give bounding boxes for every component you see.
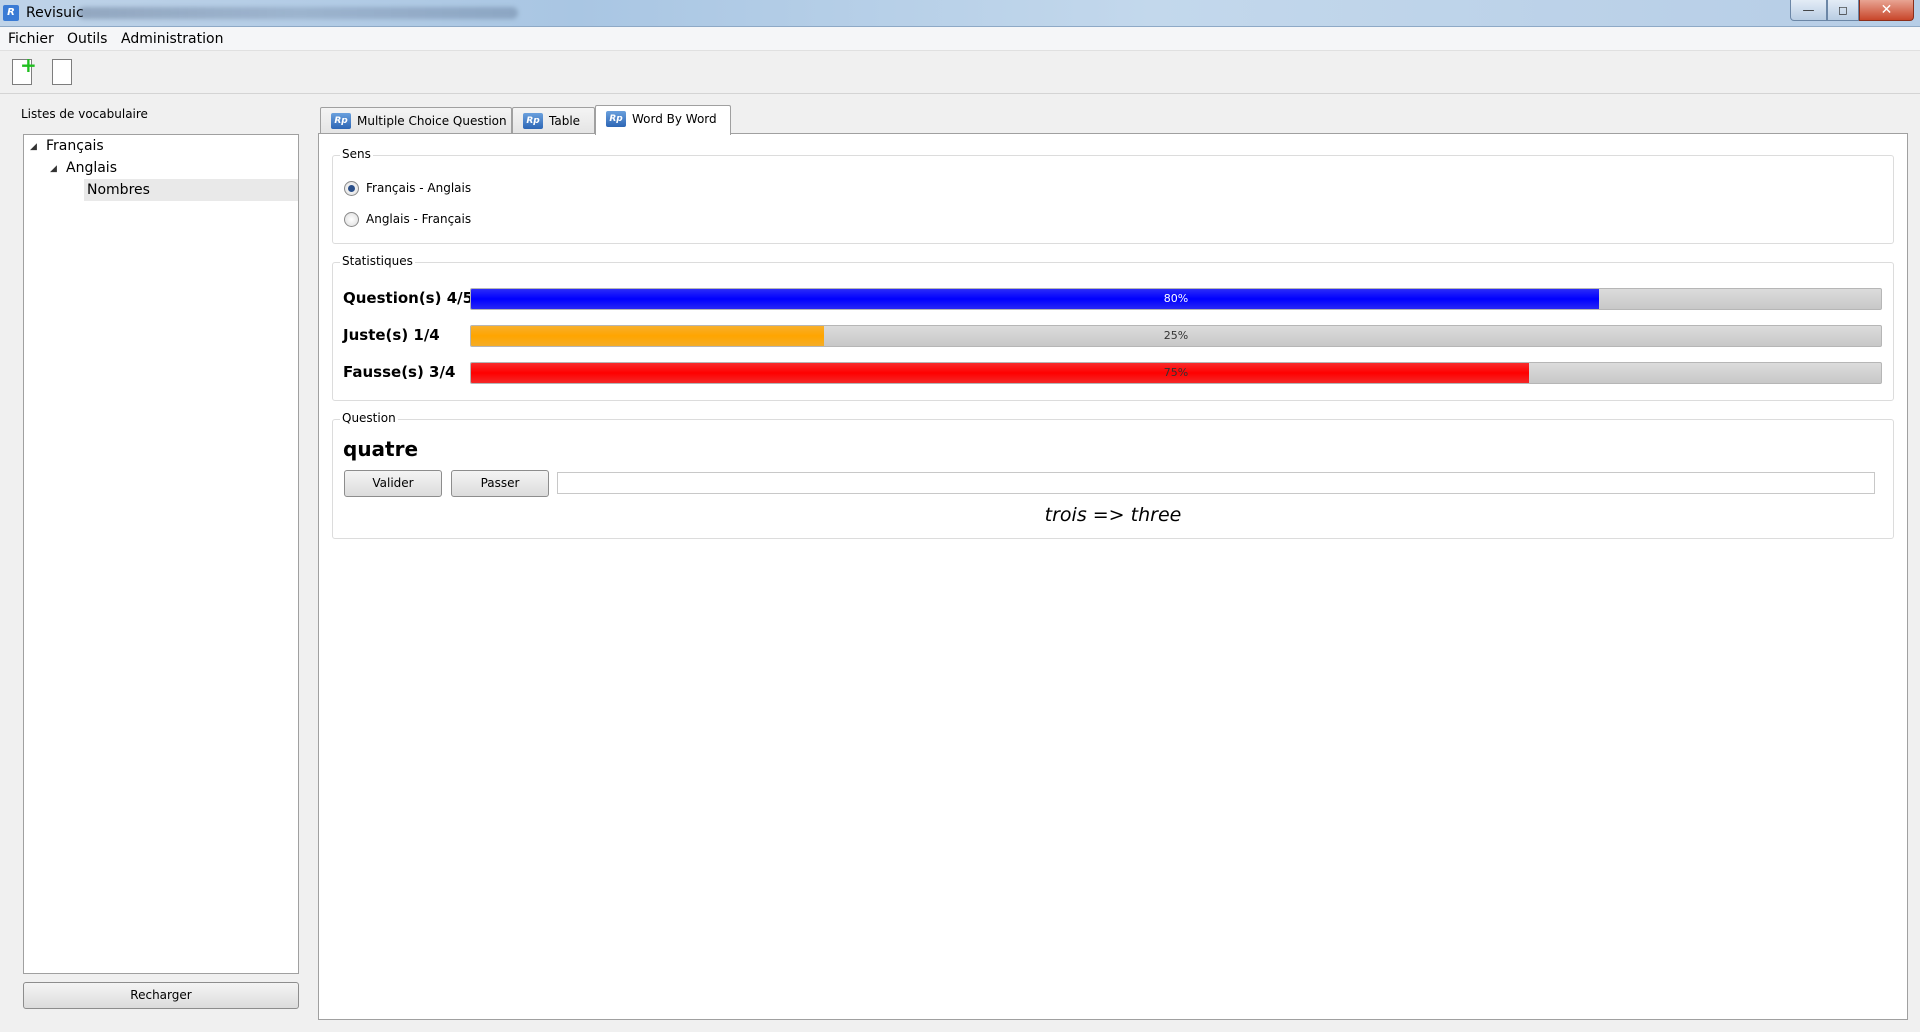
stat-questions-bar: 80% [470, 288, 1882, 310]
tab-app-icon: Rp [606, 111, 626, 127]
stat-bar-percent: 25% [1163, 329, 1189, 342]
tree-item-anglais[interactable]: Anglais [66, 160, 117, 176]
stat-questions-label: Question(s) 4/5 [343, 289, 474, 307]
tree-item-francais[interactable]: Français [46, 138, 104, 154]
answer-input[interactable] [557, 472, 1875, 494]
validate-button[interactable]: Valider [344, 470, 442, 497]
minimize-button[interactable]: — [1790, 0, 1827, 21]
tab-app-icon: Rp [523, 113, 543, 129]
expand-arrow-icon[interactable]: ◢ [30, 142, 37, 152]
stat-fausses-label: Fausse(s) 3/4 [343, 363, 456, 381]
radio-label: Anglais - Français [366, 212, 472, 226]
new-document-plus-icon[interactable]: + [10, 55, 37, 87]
sens-group [332, 155, 1894, 244]
blurred-title-details [78, 7, 518, 19]
close-button[interactable]: ✕ [1859, 0, 1914, 21]
tab-label: Table [549, 114, 581, 128]
radio-label: Français - Anglais [366, 181, 472, 195]
stat-bar-percent: 75% [1163, 366, 1189, 379]
stat-bar-percent: 80% [1163, 292, 1189, 305]
tab-word-by-word[interactable]: Rp Word By Word [595, 105, 731, 135]
expand-arrow-icon[interactable]: ◢ [50, 164, 57, 174]
stat-justes-bar: 25% [470, 325, 1882, 347]
menu-bar: Fichier Outils Administration [0, 27, 1920, 51]
tab-app-icon: Rp [331, 113, 351, 129]
close-icon: ✕ [1880, 2, 1893, 18]
stat-fausses-bar: 75% [470, 362, 1882, 384]
blank-document-icon[interactable] [50, 57, 76, 87]
minimize-icon: — [1802, 3, 1815, 17]
vocabulary-lists-label: Listes de vocabulaire [21, 107, 148, 121]
tab-label: Word By Word [632, 112, 717, 126]
maximize-button[interactable]: ◻ [1827, 0, 1859, 21]
tree-item-nombres[interactable]: Nombres [87, 182, 150, 198]
window-title: Revisuic [26, 5, 84, 21]
radio-checked-icon[interactable] [344, 181, 359, 196]
skip-button[interactable]: Passer [451, 470, 549, 497]
menu-fichier[interactable]: Fichier [8, 31, 54, 47]
feedback-text: trois => three [1044, 504, 1182, 526]
maximize-icon: ◻ [1838, 3, 1848, 17]
title-bar: R Revisuic — ◻ ✕ [0, 0, 1920, 27]
menu-administration[interactable]: Administration [121, 31, 223, 47]
tab-table[interactable]: Rp Table [512, 107, 595, 134]
sens-title: Sens [340, 147, 373, 161]
stat-justes-label: Juste(s) 1/4 [343, 326, 440, 344]
vocabulary-tree[interactable]: ◢ Français ◢ Anglais Nombres [23, 134, 299, 974]
statistiques-title: Statistiques [340, 254, 415, 268]
radio-unchecked-icon[interactable] [344, 212, 359, 227]
menu-outils[interactable]: Outils [67, 31, 107, 47]
question-title: Question [340, 411, 398, 425]
toolbar: + [0, 51, 1920, 94]
reload-button[interactable]: Recharger [23, 982, 299, 1009]
app-icon: R [3, 5, 19, 21]
question-word: quatre [343, 437, 419, 461]
tab-multiple-choice[interactable]: Rp Multiple Choice Question [320, 107, 512, 134]
tab-label: Multiple Choice Question [357, 114, 507, 128]
